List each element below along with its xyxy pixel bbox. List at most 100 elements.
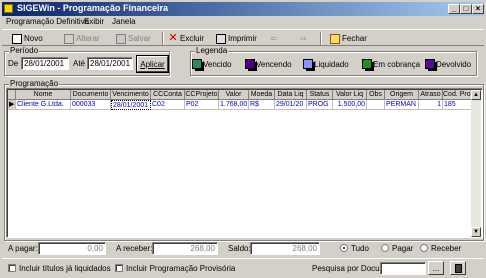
salvar-button[interactable]: Salvar bbox=[116, 32, 151, 45]
column-header[interactable]: Atraso bbox=[419, 90, 443, 100]
fechar-button[interactable]: Fechar bbox=[330, 32, 367, 45]
calculator-icon bbox=[454, 263, 462, 273]
receber-radio[interactable] bbox=[420, 244, 428, 252]
close-button[interactable]: × bbox=[472, 4, 484, 14]
ate-label: Até bbox=[73, 59, 86, 68]
a-pagar-label: A pagar: bbox=[8, 244, 38, 253]
a-pagar-field: 0,00 bbox=[38, 242, 106, 255]
column-header[interactable]: Cod. Prog bbox=[443, 90, 473, 100]
table-cell[interactable]: 000033 bbox=[71, 100, 111, 110]
table-cell[interactable]: Cliente G.Ltda. bbox=[16, 100, 71, 110]
column-header[interactable]: Moeda bbox=[249, 90, 275, 100]
legend-liquidado: Liquidado bbox=[303, 58, 349, 71]
menu-bar: Programação Definitiva Exibir Janela bbox=[2, 16, 484, 28]
menu-programacao-definitiva[interactable]: Programação Definitiva bbox=[6, 17, 89, 26]
saldo-field: 268,00 bbox=[250, 242, 320, 255]
table-cell[interactable]: P02 bbox=[185, 100, 219, 110]
table-cell[interactable]: 28/01/2001 bbox=[111, 100, 151, 110]
table-cell[interactable] bbox=[367, 100, 385, 110]
table-cell[interactable]: 185 bbox=[443, 100, 473, 110]
minimize-button[interactable]: _ bbox=[448, 4, 460, 14]
menu-janela[interactable]: Janela bbox=[112, 17, 136, 26]
aplicar-button[interactable]: Aplicar bbox=[137, 56, 168, 72]
legend-vencido: Vencido bbox=[192, 58, 231, 71]
arrow-left-icon: ⇦ bbox=[270, 34, 277, 43]
excluir-button[interactable]: ✕ Excluir bbox=[168, 32, 204, 45]
data-de-field[interactable]: 28/01/2001 bbox=[21, 57, 69, 70]
column-header[interactable]: Status bbox=[307, 90, 333, 100]
alterar-button[interactable]: Alterar bbox=[64, 32, 100, 45]
menu-exibir[interactable]: Exibir bbox=[84, 17, 104, 26]
column-header[interactable]: Vencimento bbox=[111, 90, 151, 100]
tudo-label[interactable]: Tudo bbox=[351, 244, 369, 253]
row-indicator-header bbox=[8, 90, 16, 100]
pesquisa-documento-input[interactable] bbox=[380, 262, 426, 275]
de-label: De bbox=[8, 59, 19, 68]
new-document-icon bbox=[12, 33, 22, 44]
column-header[interactable]: Origem bbox=[385, 90, 419, 100]
imprimir-button[interactable]: Imprimir bbox=[216, 32, 257, 45]
toolbar-separator bbox=[320, 32, 322, 45]
maximize-button[interactable]: □ bbox=[460, 4, 472, 14]
programacao-title: Programação bbox=[9, 79, 60, 88]
calculator-button[interactable] bbox=[450, 261, 466, 275]
incluir-liquidados-label[interactable]: Incluir títulos já liquidados bbox=[19, 264, 111, 273]
column-header[interactable]: Obs bbox=[367, 90, 385, 100]
a-receber-field: 268,00 bbox=[152, 242, 218, 255]
data-ate-field[interactable]: 28/01/2001 bbox=[87, 57, 133, 70]
legend-devolvido: Devolvido bbox=[425, 58, 471, 71]
periodo-title: Período bbox=[9, 46, 40, 55]
table-cell[interactable]: 1.768,00 bbox=[219, 100, 249, 110]
edit-icon bbox=[64, 33, 74, 44]
programacao-grid[interactable]: Nome Documento Vencimento CCConta CCProj… bbox=[6, 88, 483, 238]
table-cell[interactable]: 29/01/20 bbox=[275, 100, 307, 110]
column-header[interactable]: Nome bbox=[16, 90, 71, 100]
novo-button[interactable]: Novo bbox=[12, 32, 43, 45]
column-header[interactable]: CCConta bbox=[151, 90, 185, 100]
window-title: SIGEWin - Programação Financeira bbox=[17, 3, 168, 13]
legend-em-cobranca: Em cobrança bbox=[362, 58, 420, 71]
table-cell[interactable]: 1.500,00 bbox=[333, 100, 367, 110]
next-button[interactable]: ⇨ bbox=[300, 32, 307, 45]
delete-x-icon: ✕ bbox=[168, 31, 178, 44]
app-icon bbox=[4, 4, 13, 13]
column-header[interactable]: Data Liq bbox=[275, 90, 307, 100]
table-cell[interactable]: PERMAN bbox=[385, 100, 419, 110]
toolbar-separator bbox=[162, 32, 164, 45]
save-icon bbox=[116, 33, 126, 44]
pagar-label[interactable]: Pagar bbox=[392, 244, 413, 253]
column-header[interactable]: CCProjeto bbox=[185, 90, 219, 100]
table-cell[interactable]: 1 bbox=[419, 100, 443, 110]
row-indicator-icon: ▶ bbox=[8, 100, 16, 110]
title-bar: SIGEWin - Programação Financeira _ □ × bbox=[2, 2, 484, 16]
incluir-provisoria-checkbox[interactable] bbox=[115, 264, 123, 272]
table-cell[interactable]: R$ bbox=[249, 100, 275, 110]
table-cell[interactable]: PROG bbox=[307, 100, 333, 110]
column-header[interactable]: Valor bbox=[219, 90, 249, 100]
incluir-liquidados-checkbox[interactable] bbox=[8, 264, 16, 272]
divider bbox=[2, 258, 484, 259]
toolbar: Novo Alterar Salvar ✕ Excluir Imprimir ⇦… bbox=[2, 29, 484, 46]
vertical-scrollbar[interactable]: ▲ ▼ bbox=[471, 90, 481, 237]
table-cell[interactable]: C02 bbox=[151, 100, 185, 110]
legend-swatch-liquidado bbox=[303, 59, 315, 71]
exit-door-icon bbox=[330, 33, 340, 44]
browse-button[interactable]: ... bbox=[428, 261, 444, 275]
legend-swatch-vencendo bbox=[245, 59, 257, 71]
column-header[interactable]: Documento bbox=[71, 90, 111, 100]
printer-icon bbox=[216, 33, 226, 44]
previous-button[interactable]: ⇦ bbox=[270, 32, 277, 45]
legenda-title: Legenda bbox=[195, 46, 229, 55]
receber-label[interactable]: Receber bbox=[431, 244, 461, 253]
legend-vencendo: Vencendo bbox=[245, 58, 292, 71]
incluir-provisoria-label[interactable]: Incluir Programação Provisória bbox=[126, 264, 235, 273]
pagar-radio[interactable] bbox=[381, 244, 389, 252]
arrow-right-icon: ⇨ bbox=[300, 34, 307, 43]
scroll-down-icon[interactable]: ▼ bbox=[471, 227, 481, 237]
legend-swatch-devolvido bbox=[425, 59, 437, 71]
legend-swatch-vencido bbox=[192, 59, 204, 71]
tudo-radio[interactable] bbox=[340, 244, 348, 252]
a-receber-label: A receber: bbox=[116, 244, 153, 253]
column-header[interactable]: Valor Liq bbox=[333, 90, 367, 100]
scroll-up-icon[interactable]: ▲ bbox=[471, 90, 481, 100]
